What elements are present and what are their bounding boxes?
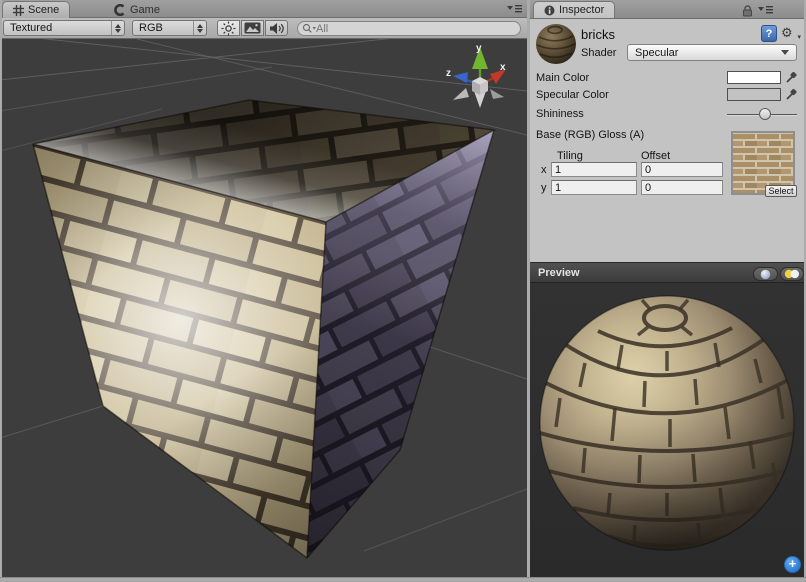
color-mode-dropdown[interactable]: RGB — [132, 20, 207, 36]
help-button[interactable]: ? — [761, 25, 777, 42]
unity-editor-window: { "scene": { "tabs": [ { "label": "Scene… — [0, 0, 806, 581]
preview-panel: Preview — [530, 262, 806, 577]
gizmo-y-label: y — [476, 43, 482, 54]
brick-texture-image — [733, 133, 793, 193]
gizmo-z-label: z — [446, 68, 451, 79]
scene-lighting-toggle[interactable] — [217, 20, 240, 36]
search-input[interactable] — [316, 23, 496, 35]
panel-divider[interactable] — [527, 0, 530, 577]
sun-icon — [221, 21, 236, 36]
tab-game-label: Game — [130, 4, 160, 16]
inspector-tab-bar: Inspector — [530, 0, 806, 19]
tab-inspector[interactable]: Inspector — [533, 1, 615, 18]
preview-add-button[interactable]: + — [784, 556, 801, 573]
gizmo-x-label: x — [500, 62, 506, 73]
tiling-x-label: x — [541, 164, 547, 176]
tab-game[interactable]: Game — [104, 1, 170, 18]
main-color-label: Main Color — [536, 72, 589, 84]
game-icon — [114, 4, 126, 16]
scene-audio-toggle[interactable] — [265, 20, 288, 36]
inspector-pane-menu-icon[interactable] — [758, 5, 774, 15]
texture-select-label: Select — [768, 186, 793, 196]
color-mode-label: RGB — [139, 22, 163, 34]
draw-mode-dropdown[interactable]: Textured — [3, 20, 125, 36]
tiling-y-input[interactable] — [551, 180, 637, 195]
tab-inspector-label: Inspector — [559, 4, 604, 16]
scene-grid-icon — [13, 5, 24, 16]
shader-label: Shader — [581, 47, 616, 59]
tab-scene-label: Scene — [28, 4, 59, 16]
scene-tab-bar: Scene Game — [0, 0, 527, 18]
inspector-panel: Inspector brick — [530, 0, 806, 262]
specular-color-label: Specular Color — [536, 89, 609, 101]
offset-y-input[interactable] — [641, 180, 723, 195]
preview-lighting-button[interactable] — [780, 267, 804, 281]
scene-pane-menu-icon[interactable] — [507, 4, 523, 14]
dropdown-arrows-icon — [111, 21, 124, 35]
base-map-label: Base (RGB) Gloss (A) — [536, 129, 644, 141]
scene-render: y x z — [2, 39, 527, 577]
preview-title: Preview — [538, 267, 580, 279]
tiling-y-label: y — [541, 182, 547, 194]
material-name: bricks — [581, 27, 615, 42]
speaker-icon — [269, 22, 285, 35]
eyedropper-icon[interactable] — [785, 88, 798, 101]
scene-search-field[interactable] — [297, 21, 521, 36]
preview-shape-button[interactable] — [753, 267, 778, 281]
shininess-slider-thumb[interactable] — [759, 108, 771, 120]
preview-header[interactable]: Preview — [530, 262, 806, 283]
scene-effects-toggle[interactable] — [241, 20, 264, 36]
specular-color-swatch[interactable] — [727, 88, 781, 101]
preview-viewport[interactable]: + — [530, 283, 806, 577]
sphere-icon — [760, 269, 771, 280]
main-color-swatch[interactable] — [727, 71, 781, 84]
eyedropper-icon[interactable] — [785, 71, 798, 84]
shader-dropdown[interactable]: Specular — [627, 44, 797, 61]
tiling-header: Tiling — [557, 150, 583, 162]
info-icon — [544, 5, 555, 16]
scene-panel: Scene Game Textured RGB — [0, 0, 527, 577]
search-icon — [302, 23, 316, 34]
material-sphere-thumbnail — [535, 23, 577, 65]
shininess-label: Shininess — [536, 108, 584, 120]
offset-x-input[interactable] — [641, 162, 723, 177]
lighting-dots-icon — [784, 269, 800, 279]
preview-sphere-render — [530, 283, 806, 577]
dropdown-arrows-icon — [193, 21, 206, 35]
shader-value: Specular — [635, 47, 678, 59]
window-frame-bottom — [0, 577, 806, 581]
tiling-x-input[interactable] — [551, 162, 637, 177]
window-frame-left — [0, 0, 2, 577]
image-icon — [244, 22, 261, 34]
offset-header: Offset — [641, 150, 670, 162]
lock-icon[interactable] — [742, 5, 753, 17]
tab-scene[interactable]: Scene — [2, 1, 70, 18]
scene-toolbar: Textured RGB — [0, 18, 527, 39]
draw-mode-label: Textured — [10, 22, 52, 34]
gear-icon[interactable]: ⚙▾ — [781, 25, 799, 42]
scene-viewport[interactable]: y x z — [2, 39, 527, 577]
texture-select-button[interactable]: Select — [765, 185, 797, 197]
chevron-down-icon — [781, 50, 789, 55]
